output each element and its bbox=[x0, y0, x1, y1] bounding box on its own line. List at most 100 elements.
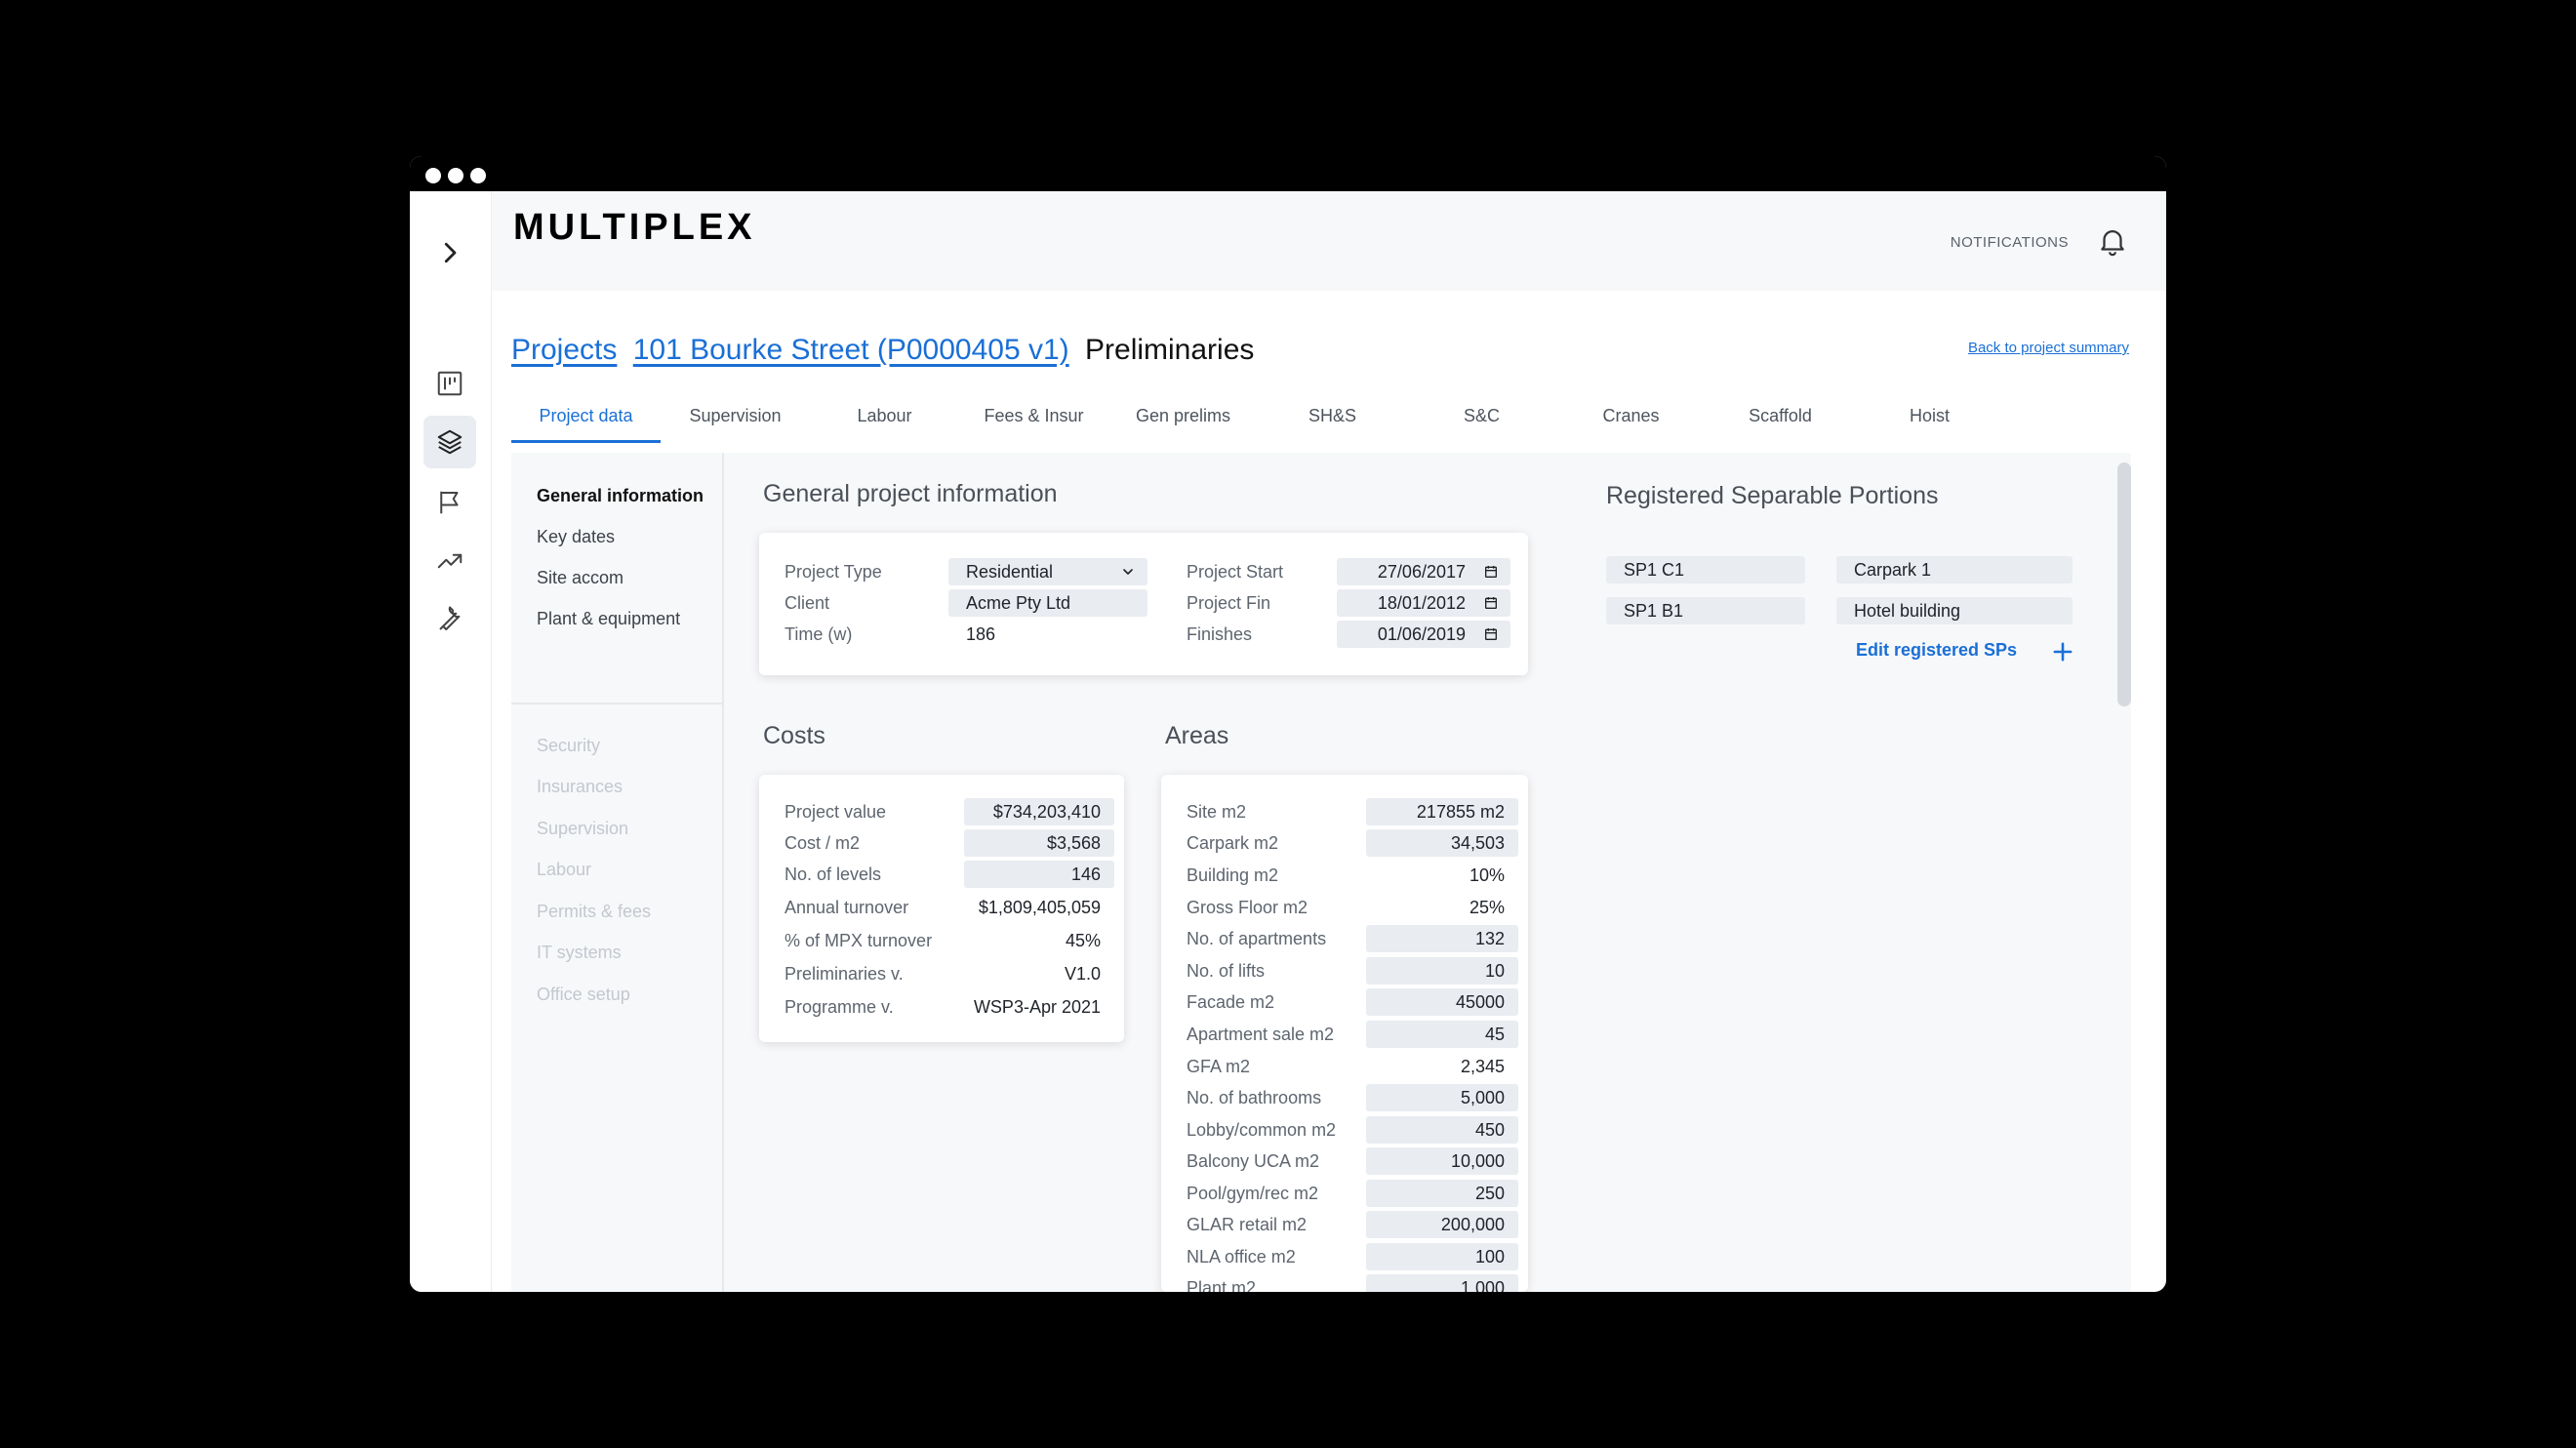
chevron-down-icon bbox=[1123, 569, 1133, 575]
flag-icon bbox=[440, 491, 459, 514]
area-row-label: Plant m2 bbox=[1187, 1278, 1257, 1292]
project-start-field[interactable]: 27/06/2017 bbox=[1337, 558, 1510, 585]
tab-fees-insur[interactable]: Fees & Insur bbox=[959, 398, 1108, 443]
project-type-label: Project Type bbox=[785, 562, 882, 582]
sidenav-it-systems[interactable]: IT systems bbox=[537, 943, 622, 963]
sidenav-permits-fees[interactable]: Permits & fees bbox=[537, 902, 651, 922]
cost-row-label: % of MPX turnover bbox=[785, 931, 933, 950]
area-row-value[interactable]: 10 bbox=[1366, 957, 1518, 985]
vertical-scrollbar[interactable] bbox=[2117, 463, 2131, 706]
breadcrumb-project-link[interactable]: 101 Bourke Street (P0000405 v1) bbox=[633, 334, 1069, 366]
edit-registered-sps-link[interactable]: Edit registered SPs bbox=[1856, 640, 2017, 661]
areas-card: Site m2 217855 m2 Carpark m2 34,503 Buil… bbox=[1161, 775, 1528, 1292]
tab-hoist[interactable]: Hoist bbox=[1855, 398, 2004, 443]
cost-row-value: $1,809,405,059 bbox=[978, 898, 1101, 917]
tab-project-data[interactable]: Project data bbox=[511, 398, 661, 443]
window-dot-icon[interactable] bbox=[470, 168, 486, 183]
area-row-value[interactable]: 34,503 bbox=[1366, 829, 1518, 857]
layers-icon bbox=[437, 429, 463, 455]
window-titlebar bbox=[410, 156, 2166, 191]
project-type-value: Residential bbox=[966, 562, 1054, 582]
area-row-label: NLA office m2 bbox=[1187, 1247, 1296, 1267]
sidenav-plant-equipment[interactable]: Plant & equipment bbox=[537, 609, 680, 629]
finishes-value: 01/06/2019 bbox=[1377, 624, 1466, 644]
rail-trend-button[interactable] bbox=[423, 535, 476, 587]
cost-row-value: WSP3-Apr 2021 bbox=[973, 997, 1101, 1017]
window-dot-icon[interactable] bbox=[448, 168, 463, 183]
calendar-icon[interactable] bbox=[1483, 564, 1499, 580]
left-rail bbox=[410, 191, 492, 1292]
area-row-label: No. of bathrooms bbox=[1187, 1088, 1322, 1107]
sp-name-field[interactable]: Carpark 1 bbox=[1836, 556, 2073, 583]
general-info-title: General project information bbox=[763, 480, 1058, 507]
breadcrumb-projects-link[interactable]: Projects bbox=[511, 334, 617, 366]
rail-board-button[interactable] bbox=[423, 357, 476, 410]
project-type-select[interactable]: Residential bbox=[948, 558, 1147, 585]
project-fin-value: 18/01/2012 bbox=[1377, 593, 1466, 613]
sidenav-office-setup[interactable]: Office setup bbox=[537, 985, 630, 1005]
sp-code-field[interactable]: SP1 B1 bbox=[1606, 597, 1805, 624]
sp-name-field[interactable]: Hotel building bbox=[1836, 597, 2073, 624]
cost-row-value[interactable]: 146 bbox=[964, 861, 1114, 888]
area-row-label: No. of apartments bbox=[1187, 929, 1327, 948]
content-area: General information Key dates Site accom… bbox=[511, 453, 2131, 1292]
area-row-value[interactable]: 45 bbox=[1366, 1021, 1518, 1048]
area-row-value: 10% bbox=[1469, 865, 1505, 885]
area-row-value[interactable]: 5,000 bbox=[1366, 1084, 1518, 1111]
calendar-icon[interactable] bbox=[1483, 626, 1499, 642]
sidenav-general-information[interactable]: General information bbox=[537, 486, 704, 506]
sidenav-insurances[interactable]: Insurances bbox=[537, 777, 623, 797]
back-to-summary-link[interactable]: Back to project summary bbox=[1968, 340, 2129, 356]
area-row-label: Balcony UCA m2 bbox=[1187, 1151, 1320, 1171]
chevron-right-icon bbox=[444, 242, 457, 263]
area-row-value: 25% bbox=[1469, 898, 1505, 917]
cost-row-value[interactable]: $3,568 bbox=[964, 829, 1114, 857]
costs-card: Project value $734,203,410 Cost / m2 $3,… bbox=[759, 775, 1124, 1042]
time-label: Time (w) bbox=[785, 624, 853, 644]
area-row-label: Facade m2 bbox=[1187, 992, 1275, 1012]
area-row-value[interactable]: 250 bbox=[1366, 1180, 1518, 1207]
rail-flag-button[interactable] bbox=[423, 476, 476, 529]
area-row-value[interactable]: 45000 bbox=[1366, 988, 1518, 1016]
tab-scaffold[interactable]: Scaffold bbox=[1706, 398, 1855, 443]
bell-icon[interactable] bbox=[2096, 224, 2129, 258]
area-row-value[interactable]: 450 bbox=[1366, 1116, 1518, 1144]
board-icon bbox=[437, 371, 463, 396]
cost-row-value[interactable]: $734,203,410 bbox=[964, 798, 1114, 825]
sidenav-site-accom[interactable]: Site accom bbox=[537, 568, 624, 588]
sidenav-key-dates[interactable]: Key dates bbox=[537, 527, 615, 547]
tab-shs[interactable]: SH&S bbox=[1258, 398, 1407, 443]
plus-icon[interactable] bbox=[2049, 638, 2076, 665]
time-field[interactable]: 186 bbox=[948, 621, 1147, 648]
calendar-icon[interactable] bbox=[1483, 595, 1499, 611]
brand-logo: MULTIPLEX bbox=[513, 207, 756, 248]
tab-cranes[interactable]: Cranes bbox=[1556, 398, 1706, 443]
rail-layers-button[interactable] bbox=[423, 416, 476, 468]
area-row-value[interactable]: 100 bbox=[1366, 1243, 1518, 1270]
areas-title: Areas bbox=[1165, 722, 1229, 749]
tab-sc[interactable]: S&C bbox=[1407, 398, 1556, 443]
window-dot-icon[interactable] bbox=[425, 168, 441, 183]
area-row-value[interactable]: 200,000 bbox=[1366, 1211, 1518, 1238]
sidenav-labour[interactable]: Labour bbox=[537, 860, 591, 880]
area-row-value[interactable]: 217855 m2 bbox=[1366, 798, 1518, 825]
tab-gen-prelims[interactable]: Gen prelims bbox=[1108, 398, 1258, 443]
area-row-value[interactable]: 10,000 bbox=[1366, 1147, 1518, 1175]
tab-supervision[interactable]: Supervision bbox=[661, 398, 810, 443]
tab-labour[interactable]: Labour bbox=[810, 398, 959, 443]
area-row-label: GLAR retail m2 bbox=[1187, 1215, 1308, 1234]
finishes-field[interactable]: 01/06/2019 bbox=[1337, 621, 1510, 648]
expand-rail-button[interactable] bbox=[423, 226, 476, 279]
breadcrumb: Projects 101 Bourke Street (P0000405 v1)… bbox=[511, 334, 1254, 367]
sp-code-field[interactable]: SP1 C1 bbox=[1606, 556, 1805, 583]
sidenav-security[interactable]: Security bbox=[537, 736, 600, 756]
area-row-value: 2,345 bbox=[1460, 1057, 1505, 1076]
area-row-value[interactable]: 1,000 bbox=[1366, 1274, 1518, 1292]
area-row-value[interactable]: 132 bbox=[1366, 925, 1518, 952]
rail-tools-button[interactable] bbox=[423, 593, 476, 646]
client-field[interactable]: Acme Pty Ltd bbox=[948, 589, 1147, 617]
app-window: MULTIPLEX NOTIFICATIONS Projects 101 Bou… bbox=[410, 156, 2166, 1292]
project-fin-field[interactable]: 18/01/2012 bbox=[1337, 589, 1510, 617]
notifications-label[interactable]: NOTIFICATIONS bbox=[1951, 234, 2069, 251]
sidenav-supervision[interactable]: Supervision bbox=[537, 819, 628, 839]
